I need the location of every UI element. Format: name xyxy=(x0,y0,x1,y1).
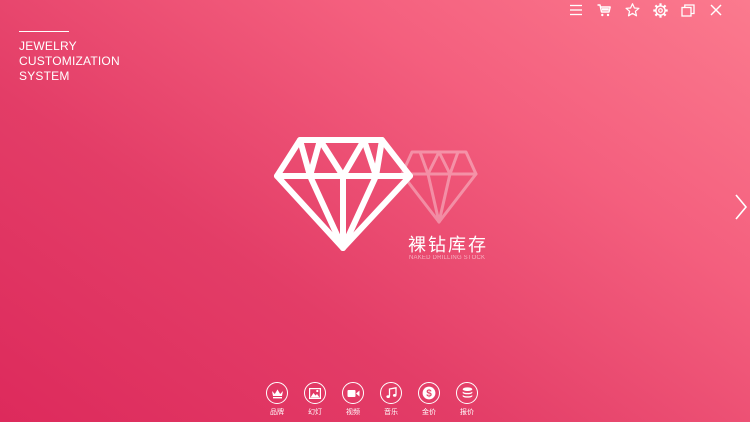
nav-label-music: 音乐 xyxy=(384,409,398,416)
nav-item-slideshow[interactable]: 幻灯 xyxy=(296,382,334,417)
nav-item-music[interactable]: 音乐 xyxy=(372,382,410,417)
nav-label-quote: 报价 xyxy=(460,409,474,416)
coin-stack-icon xyxy=(456,382,478,404)
nav-item-gold-price[interactable]: $ 金价 xyxy=(410,382,448,417)
crown-icon xyxy=(266,382,288,404)
image-icon xyxy=(304,382,326,404)
brand-divider xyxy=(19,31,69,32)
menu-button[interactable] xyxy=(562,1,590,19)
star-icon xyxy=(625,3,639,17)
hero-title-en: NAKED DRILLING STOCK xyxy=(409,255,486,261)
app-window: JEWELRY CUSTOMIZATION SYSTEM 裸钻库存 NAKED … xyxy=(0,0,750,422)
brand-line-3: SYSTEM xyxy=(19,69,70,83)
bottom-nav: 品牌 幻灯 视频 音乐 $ 金价 报价 xyxy=(258,382,486,417)
close-icon xyxy=(710,4,722,16)
nav-item-brand[interactable]: 品牌 xyxy=(258,382,296,417)
nav-item-video[interactable]: 视频 xyxy=(334,382,372,417)
music-note-icon xyxy=(380,382,402,404)
favorite-button[interactable] xyxy=(618,1,646,19)
cart-icon xyxy=(597,3,611,16)
restore-window-button[interactable] xyxy=(674,1,702,19)
menu-icon xyxy=(570,4,582,16)
gear-icon xyxy=(652,2,668,18)
brand-line-1: JEWELRY xyxy=(19,39,77,53)
naked-diamond-stock-tile[interactable]: 裸钻库存 NAKED DRILLING STOCK xyxy=(270,134,510,274)
nav-label-gold-price: 金价 xyxy=(422,409,436,416)
brand-block: JEWELRY CUSTOMIZATION SYSTEM xyxy=(19,31,159,84)
restore-window-icon xyxy=(681,3,695,17)
nav-label-slideshow: 幻灯 xyxy=(308,409,322,416)
next-page-button[interactable] xyxy=(733,192,749,222)
cart-button[interactable] xyxy=(590,1,618,19)
nav-label-video: 视频 xyxy=(346,409,360,416)
close-button[interactable] xyxy=(702,1,730,19)
window-toolbar xyxy=(562,1,730,19)
brand-line-2: CUSTOMIZATION xyxy=(19,54,120,68)
hero-title-cn: 裸钻库存 xyxy=(408,235,488,255)
svg-text:$: $ xyxy=(426,389,432,400)
dollar-icon: $ xyxy=(418,382,440,404)
video-camera-icon xyxy=(342,382,364,404)
nav-item-quote[interactable]: 报价 xyxy=(448,382,486,417)
chevron-right-icon xyxy=(735,194,748,220)
settings-button[interactable] xyxy=(646,1,674,19)
nav-label-brand: 品牌 xyxy=(270,409,284,416)
